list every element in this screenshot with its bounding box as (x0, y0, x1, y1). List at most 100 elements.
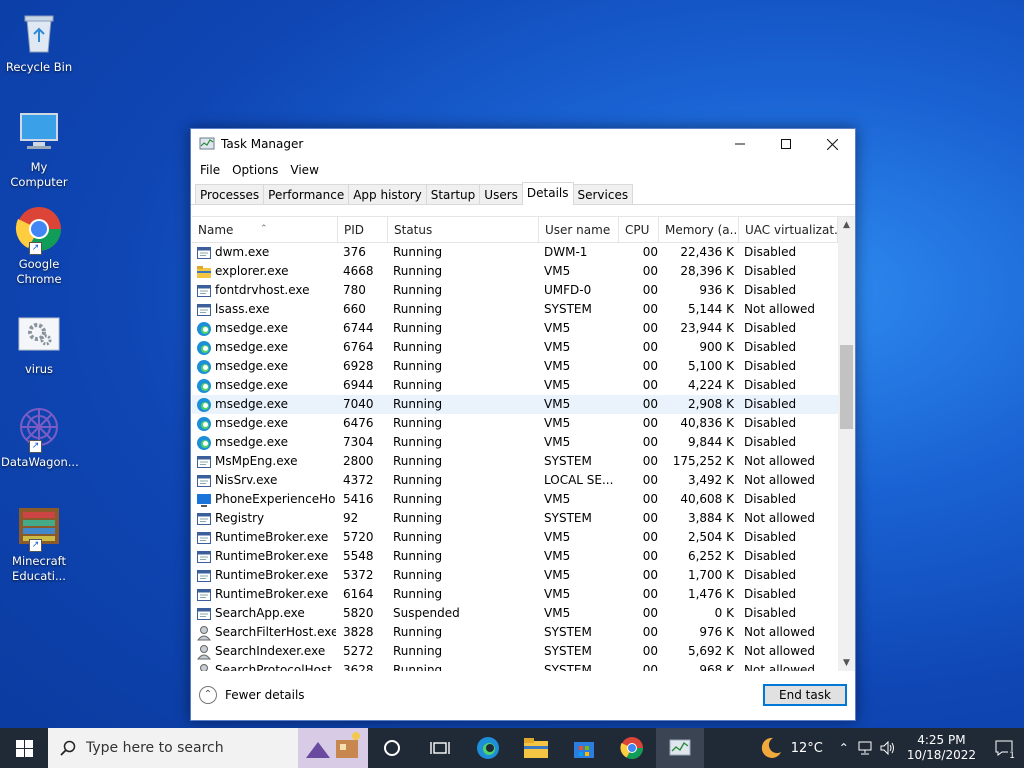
col-pid[interactable]: PID (338, 217, 388, 243)
col-user-name[interactable]: User name (539, 217, 619, 243)
cell-cpu: 00 (642, 283, 658, 297)
cell-memory: 2,504 K (687, 530, 734, 544)
taskbar-search-box[interactable]: Type here to search (48, 728, 368, 768)
taskbar-file-explorer[interactable] (512, 728, 560, 768)
table-row[interactable]: lsass.exe 660 Running SYSTEM 00 5,144 K Not al… (192, 300, 838, 319)
process-name: SearchApp.exe (215, 606, 305, 620)
col-memory[interactable]: Memory (a... (659, 217, 739, 243)
col-uac[interactable]: UAC virtualizat... (739, 217, 838, 243)
cell-cpu: 00 (642, 530, 658, 544)
clock[interactable]: 4:25 PM 10/18/2022 (899, 733, 984, 763)
desktop-icon[interactable]: My Computer (0, 108, 78, 190)
table-row[interactable]: RuntimeBroker.exe 5548 Running VM5 00 6,252 K… (192, 547, 838, 566)
col-cpu[interactable]: CPU (619, 217, 659, 243)
cell-cpu: 00 (642, 416, 658, 430)
cell-uac: Disabled (744, 359, 797, 373)
table-row[interactable]: RuntimeBroker.exe 5720 Running VM5 00 2,504 K… (192, 528, 838, 547)
cell-uac: Disabled (744, 397, 797, 411)
table-row[interactable]: SearchApp.exe 5820 Suspended VM5 00 0 K Disabl… (192, 604, 838, 623)
maximize-button[interactable] (763, 129, 809, 159)
cell-pid: 7040 (343, 397, 374, 411)
cell-status: Running (393, 340, 443, 354)
process-name: RuntimeBroker.exe (215, 530, 329, 544)
process-name: msedge.exe (215, 435, 289, 449)
weather-widget[interactable]: 12°C (747, 736, 833, 760)
table-row[interactable]: SearchIndexer.exe 5272 Running SYSTEM 00 5,69… (192, 642, 838, 661)
table-row[interactable]: msedge.exe 6928 Running VM5 00 5,100 K Disable… (192, 357, 838, 376)
col-status[interactable]: Status (388, 217, 539, 243)
cell-pid: 6164 (343, 587, 374, 601)
table-row[interactable]: RuntimeBroker.exe 6164 Running VM5 00 1,476 K… (192, 585, 838, 604)
taskbar-task-manager[interactable] (656, 728, 704, 768)
scroll-down-icon[interactable]: ▼ (838, 655, 855, 671)
cell-process-name: NisSrv.exe (196, 471, 336, 490)
tab-services[interactable]: Services (572, 184, 634, 204)
table-row[interactable]: fontdrvhost.exe 780 Running UMFD-0 00 936 K Di… (192, 281, 838, 300)
menu-view[interactable]: View (284, 163, 324, 177)
table-row[interactable]: msedge.exe 6744 Running VM5 00 23,944 K Disabl… (192, 319, 838, 338)
table-row[interactable]: msedge.exe 7040 Running VM5 00 2,908 K Disable… (192, 395, 838, 414)
start-button[interactable] (0, 728, 48, 768)
fewer-details-button[interactable]: ⌃ Fewer details (199, 686, 305, 704)
edge-icon (197, 416, 211, 431)
title-bar[interactable]: Task Manager (191, 129, 855, 159)
network-button[interactable] (855, 728, 877, 768)
desktop-icon[interactable]: ↗ DataWagon... (0, 403, 79, 470)
notification-center-button[interactable]: 1 (984, 728, 1024, 768)
desktop-icon-label: Minecraft Educati... (12, 554, 66, 583)
chrome-icon (620, 737, 643, 759)
cell-status: Running (393, 264, 443, 278)
desktop-icon[interactable]: virus (0, 310, 78, 377)
taskbar-store[interactable] (560, 728, 608, 768)
task-view-button[interactable] (368, 728, 416, 768)
table-row[interactable]: explorer.exe 4668 Running VM5 00 28,396 K Disa… (192, 262, 838, 281)
volume-button[interactable] (877, 728, 899, 768)
end-task-button[interactable]: End task (763, 684, 847, 706)
tab-startup[interactable]: Startup (425, 184, 481, 204)
show-hidden-icons-button[interactable]: ⌃ (833, 728, 855, 768)
cell-user-name: VM5 (544, 587, 571, 601)
cell-status: Running (393, 644, 443, 658)
scroll-thumb[interactable] (840, 345, 853, 429)
tab-app-history[interactable]: App history (348, 184, 427, 204)
cell-pid: 6928 (343, 359, 374, 373)
desktop-icon[interactable]: ↗ Google Chrome (0, 205, 78, 287)
table-row[interactable]: msedge.exe 6476 Running VM5 00 40,836 K Disabl… (192, 414, 838, 433)
tab-users[interactable]: Users (479, 184, 523, 204)
table-row[interactable]: msedge.exe 6944 Running VM5 00 4,224 K Disable… (192, 376, 838, 395)
search-service-icon (196, 625, 212, 640)
taskbar-chrome[interactable] (608, 728, 656, 768)
table-row[interactable]: SearchFilterHost.exe 3828 Running SYSTEM 00 9… (192, 623, 838, 642)
col-name[interactable]: Name ⌃ (192, 217, 338, 243)
cell-pid: 3828 (343, 625, 374, 639)
sort-up-icon: ⌃ (260, 224, 268, 234)
window-app-icon (197, 455, 211, 468)
minimize-button[interactable] (717, 129, 763, 159)
menu-file[interactable]: File (194, 163, 226, 177)
table-row[interactable]: Registry 92 Running SYSTEM 00 3,884 K Not allo… (192, 509, 838, 528)
table-row[interactable]: RuntimeBroker.exe 5372 Running VM5 00 1,700 K… (192, 566, 838, 585)
cell-memory: 5,144 K (687, 302, 734, 316)
cell-memory: 5,100 K (687, 359, 734, 373)
tab-performance[interactable]: Performance (263, 184, 350, 204)
tab-processes[interactable]: Processes (195, 184, 265, 204)
table-row[interactable]: msedge.exe 6764 Running VM5 00 900 K Disabled (192, 338, 838, 357)
cell-cpu: 00 (642, 492, 658, 506)
table-row[interactable]: MsMpEng.exe 2800 Running SYSTEM 00 175,252 K N… (192, 452, 838, 471)
table-row[interactable]: NisSrv.exe 4372 Running LOCAL SE... 00 3,492 … (192, 471, 838, 490)
taskbar-edge[interactable] (464, 728, 512, 768)
cell-user-name: VM5 (544, 264, 571, 278)
table-row[interactable]: dwm.exe 376 Running DWM-1 00 22,436 K Disabled (192, 243, 838, 262)
scroll-up-icon[interactable]: ▲ (838, 217, 855, 234)
cell-user-name: UMFD-0 (544, 283, 592, 297)
desktop-icon[interactable]: ↗ Minecraft Educati... (0, 502, 78, 584)
timeline-button[interactable] (416, 728, 464, 768)
table-row[interactable]: PhoneExperienceHo... 5416 Running VM5 00 40,6… (192, 490, 838, 509)
desktop-icon[interactable]: Recycle Bin (0, 8, 78, 75)
table-row[interactable]: msedge.exe 7304 Running VM5 00 9,844 K Disable… (192, 433, 838, 452)
vertical-scrollbar[interactable]: ▲ ▼ (838, 217, 855, 671)
close-button[interactable] (809, 129, 855, 159)
tab-details[interactable]: Details (521, 182, 574, 205)
menu-options[interactable]: Options (226, 163, 284, 177)
chrome-icon: ↗ (15, 205, 63, 255)
